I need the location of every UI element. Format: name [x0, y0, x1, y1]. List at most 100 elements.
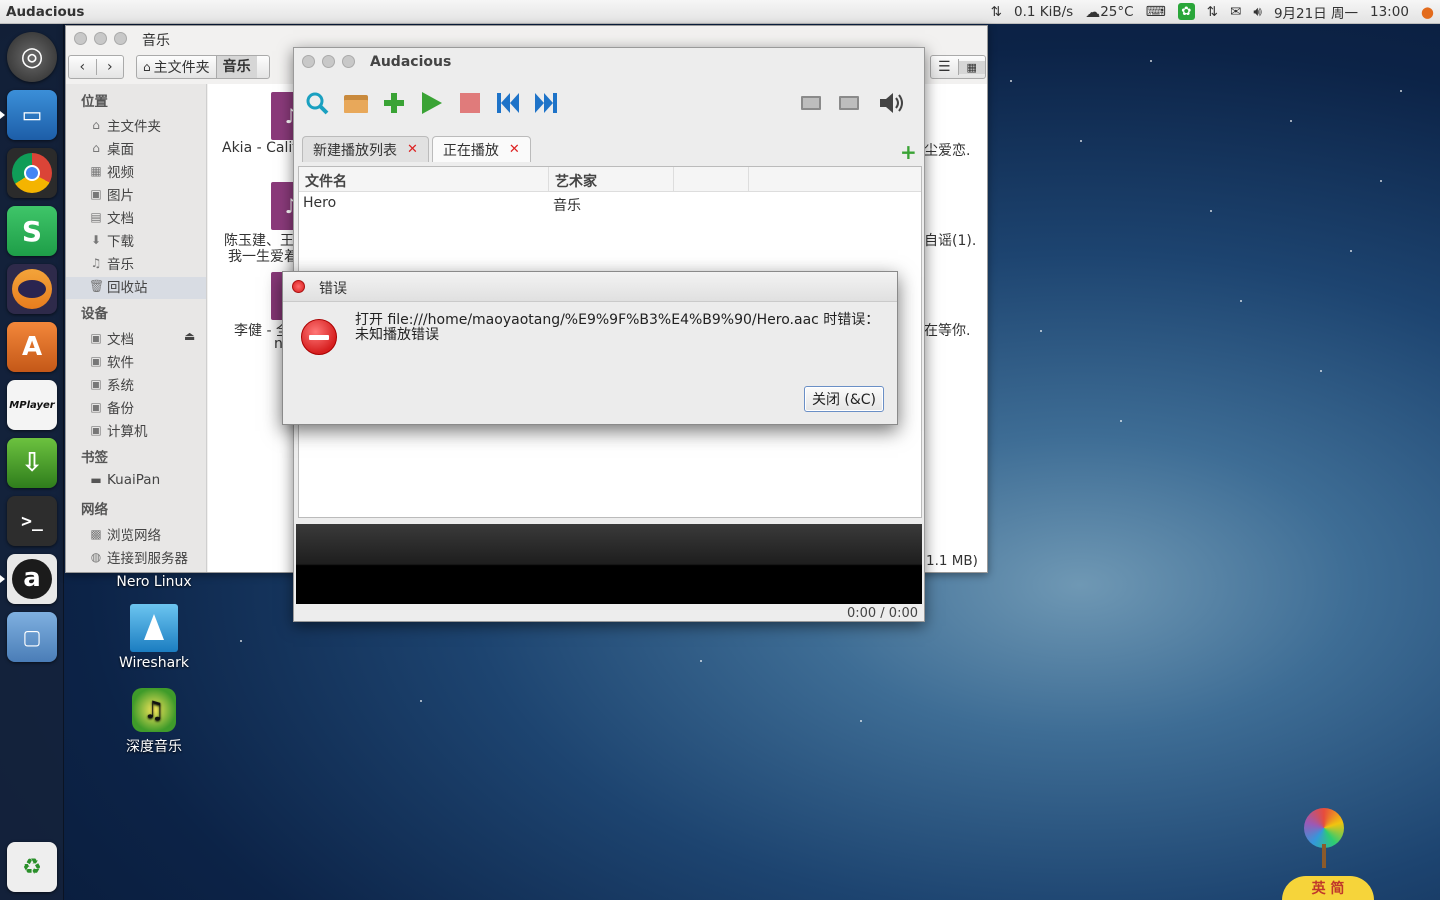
previous-track-icon[interactable] [495, 90, 521, 116]
sidebar-device-computer[interactable]: ▣ 计算机 [89, 420, 147, 440]
sidebar-item-desktop[interactable]: ⌂ 桌面 [89, 138, 134, 158]
sidebar-device-documents[interactable]: ▣ 文档 [89, 328, 134, 348]
tab-now-playing[interactable]: 正在播放 ✕ [431, 136, 531, 162]
column-filename[interactable]: 文件名 [299, 167, 549, 191]
terminal-icon[interactable]: >_ [7, 496, 57, 546]
audacious-launcher-icon[interactable]: a [7, 554, 57, 604]
column-extra[interactable] [674, 167, 749, 191]
tab-label: 新建播放列表 [313, 142, 397, 159]
add-files-icon[interactable] [381, 90, 407, 116]
file-manager-launcher-icon[interactable]: ▭ [7, 90, 57, 140]
file-label[interactable]: 我一生爱着 [228, 246, 298, 266]
drive-icon: ▣ [90, 377, 102, 391]
close-tab-icon[interactable]: ✕ [407, 142, 418, 157]
play-icon[interactable] [419, 90, 445, 116]
next-track-icon[interactable] [533, 90, 559, 116]
file-label[interactable]: 自谣(1). [924, 230, 976, 250]
shuffle-toggle-icon[interactable] [836, 90, 862, 116]
fm-maximize-button[interactable] [114, 32, 127, 45]
aud-minimize-button[interactable] [322, 55, 335, 68]
wps-spreadsheet-icon[interactable]: S [7, 206, 57, 256]
grid-view-icon[interactable]: ▦ [958, 60, 985, 74]
chrome-icon[interactable] [7, 148, 57, 198]
add-playlist-icon[interactable]: + [900, 140, 917, 164]
sidebar-item-documents[interactable]: ▤ 文档 [89, 207, 134, 227]
sidebar-bookmark-kuaipan[interactable]: ▬ KuaiPan [89, 472, 160, 488]
desktop-icon: ⌂ [92, 141, 100, 155]
fm-sidebar: 位置 ⌂ 主文件夹 ⌂ 桌面 ▦ 视频 ▣ 图片 ▤ 文档 ⬇ 下载 ♫ 音乐 🗑︎ 回收站 设… [66, 84, 207, 572]
home-icon: ⌂ [143, 60, 151, 74]
mail-icon[interactable]: ✉ [1230, 4, 1241, 20]
sidebar-item-videos[interactable]: ▦ 视频 [89, 161, 134, 181]
close-button[interactable]: 关闭 (&C) [804, 386, 884, 412]
aud-maximize-button[interactable] [342, 55, 355, 68]
breadcrumb-home[interactable]: ⌂ 主文件夹 [137, 57, 216, 77]
sidebar-device-software[interactable]: ▣ 软件 [89, 351, 134, 371]
keyboard-icon[interactable]: ⌨ [1146, 4, 1166, 20]
fm-window-controls [74, 32, 127, 45]
eject-icon[interactable]: ⏏ [184, 329, 195, 343]
list-view-icon[interactable]: ☰ [931, 59, 959, 75]
workspace-switcher-icon[interactable]: ▢ [7, 612, 57, 662]
mplayer-icon[interactable]: MPlayer [7, 380, 57, 430]
desktop-icon-deepin-music[interactable]: ♫ 深度音乐 [108, 688, 200, 756]
weather-cloud-icon: ☁ [1085, 2, 1101, 21]
volume-muted-icon[interactable] [879, 90, 905, 116]
aud-window-title: Audacious [370, 54, 452, 70]
playback-time: 0:00 / 0:00 [846, 606, 918, 621]
volume-icon[interactable]: 🔊︎ [1253, 4, 1262, 20]
breadcrumb-current[interactable]: 音乐 [215, 56, 257, 78]
aud-close-button[interactable] [302, 55, 315, 68]
sidebar-network-connect[interactable]: ◍ 连接到服务器 [89, 547, 188, 567]
tab-new-playlist[interactable]: 新建播放列表 ✕ [302, 136, 429, 162]
download-manager-icon[interactable]: ⇩ [7, 438, 57, 488]
sidebar-item-music[interactable]: ♫ 音乐 [89, 253, 134, 273]
sidebar-item-downloads[interactable]: ⬇ 下载 [89, 230, 134, 250]
sidebar-device-system[interactable]: ▣ 系统 [89, 374, 134, 394]
network-icon[interactable]: ⇅ [1207, 4, 1218, 20]
music-icon: ♫ [90, 256, 102, 270]
file-label[interactable]: 尘爱恋. [924, 140, 970, 160]
trash-icon[interactable]: ♻ [7, 842, 57, 892]
eclipse-icon[interactable] [7, 264, 57, 314]
row-artist: 音乐 [553, 198, 581, 214]
file-label[interactable]: 在等你. [924, 320, 970, 340]
sidebar-item-pictures[interactable]: ▣ 图片 [89, 184, 134, 204]
folder-icon: ▬ [90, 473, 102, 487]
sidebar-item-home[interactable]: ⌂ 主文件夹 [89, 115, 161, 135]
open-folder-icon[interactable] [343, 90, 369, 116]
table-row[interactable]: Hero 音乐 [299, 192, 921, 214]
date-indicator[interactable]: 9月21日 周一 [1274, 2, 1358, 22]
playlist-tabs: 新建播放列表 ✕ 正在播放 ✕ [302, 136, 534, 162]
playlist-header: 文件名 艺术家 [299, 167, 921, 192]
sidebar-network-browse[interactable]: ▩ 浏览网络 [89, 524, 161, 544]
top-panel: Audacious ⇅ 0.1 KiB/s ☁ 25°C ⌨ ✿ ⇅ ✉ 🔊︎ … [0, 0, 1440, 24]
back-button[interactable]: ‹ [69, 59, 97, 75]
close-tab-icon[interactable]: ✕ [509, 142, 520, 157]
ime-indicator[interactable]: 英 简 [1282, 876, 1374, 900]
sidebar-item-trash[interactable]: 🗑︎ 回收站 [89, 276, 148, 296]
net-speed[interactable]: 0.1 KiB/s [1014, 4, 1073, 20]
picture-icon: ▣ [90, 187, 102, 201]
clock[interactable]: 13:00 [1370, 4, 1409, 20]
file-label[interactable]: Akia - Calif [222, 140, 297, 156]
dialog-close-icon[interactable] [292, 280, 305, 293]
column-artist[interactable]: 艺术家 [549, 167, 674, 191]
sync-app-icon[interactable]: ✿ [1177, 3, 1195, 20]
network-transfer-icon[interactable]: ⇅ [991, 4, 1002, 20]
software-center-icon[interactable]: A [7, 322, 57, 372]
sidebar-device-backup[interactable]: ▣ 备份 [89, 397, 134, 417]
desktop-icon-wireshark[interactable]: Wireshark [108, 604, 200, 671]
search-icon[interactable] [304, 90, 330, 116]
weather-indicator[interactable]: ☁ 25°C [1085, 3, 1133, 21]
repeat-toggle-icon[interactable] [798, 90, 824, 116]
visualizer-area [296, 524, 922, 604]
desktop-icon-nero[interactable]: Nero Linux [108, 574, 200, 590]
fm-minimize-button[interactable] [94, 32, 107, 45]
fm-close-button[interactable] [74, 32, 87, 45]
dash-home-icon[interactable]: ◎ [7, 32, 57, 82]
forward-button[interactable]: › [97, 59, 124, 75]
column-extra[interactable] [749, 167, 921, 191]
session-menu-icon[interactable]: ● [1421, 3, 1434, 21]
stop-icon[interactable] [457, 90, 483, 116]
